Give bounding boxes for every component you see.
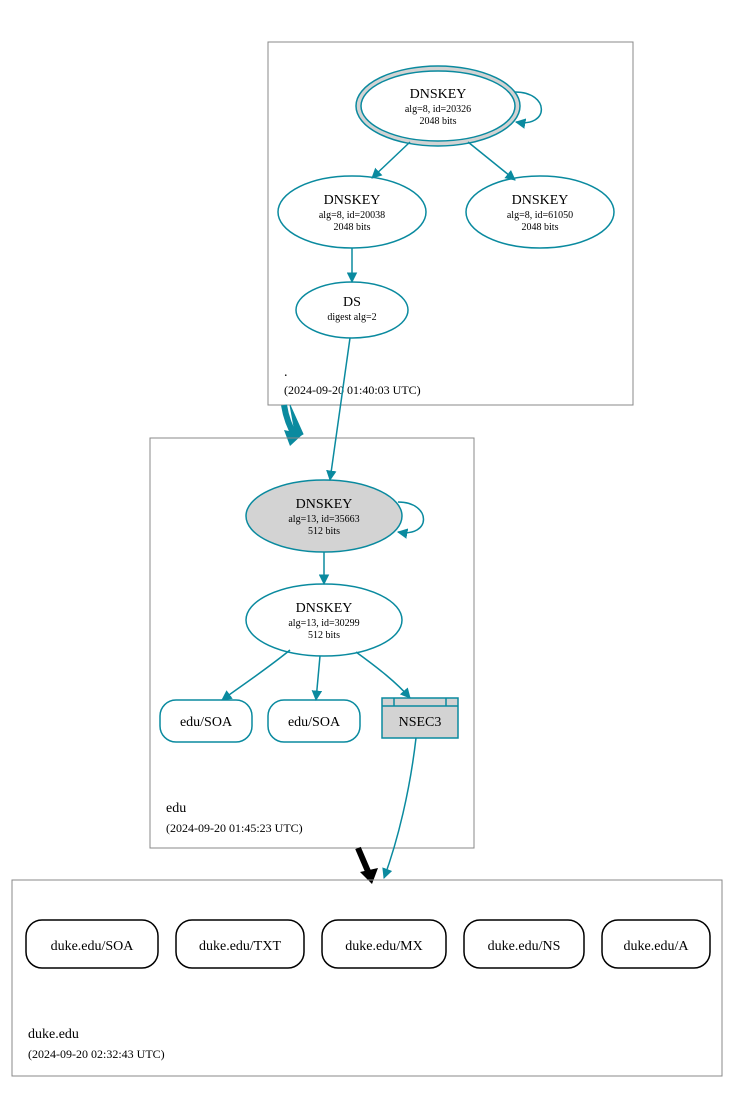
node-root-ksk: DNSKEY alg=8, id=20326 2048 bits — [356, 66, 520, 146]
node-edu-nsec3: NSEC3 — [382, 698, 458, 738]
root-zsk1-line3: 2048 bits — [334, 222, 371, 233]
zone-duke-name: duke.edu — [28, 1027, 79, 1042]
root-ds-line2: digest alg=2 — [327, 312, 376, 323]
node-duke-mx: duke.edu/MX — [322, 920, 446, 968]
edu-zsk-line2: alg=13, id=30299 — [288, 618, 359, 629]
node-root-zsk1: DNSKEY alg=8, id=20038 2048 bits — [278, 176, 426, 248]
edge-root-to-edu-heavy — [284, 405, 303, 446]
zone-edu: edu (2024-09-20 01:45:23 UTC) DNSKEY alg… — [150, 338, 474, 848]
zone-edu-name: edu — [166, 801, 186, 816]
root-zsk2-line3: 2048 bits — [522, 222, 559, 233]
zone-edu-timestamp: (2024-09-20 01:45:23 UTC) — [166, 821, 303, 835]
node-root-zsk2: DNSKEY alg=8, id=61050 2048 bits — [466, 176, 614, 248]
edge-zsk-to-nsec3 — [356, 652, 410, 698]
root-ksk-line2: alg=8, id=20326 — [405, 104, 471, 115]
root-ksk-line3: 2048 bits — [420, 116, 457, 127]
edge-zsk-to-soa1 — [222, 650, 290, 700]
root-ds-title: DS — [343, 295, 361, 310]
root-ksk-title: DNSKEY — [410, 87, 467, 102]
node-duke-txt: duke.edu/TXT — [176, 920, 304, 968]
edu-ksk-line2: alg=13, id=35663 — [288, 514, 359, 525]
zone-duke: duke.edu (2024-09-20 02:32:43 UTC) duke.… — [12, 880, 722, 1076]
root-zsk1-line2: alg=8, id=20038 — [319, 210, 385, 221]
root-zsk2-title: DNSKEY — [512, 193, 569, 208]
edge-edu-to-duke-heavy — [358, 848, 378, 884]
node-duke-ns: duke.edu/NS — [464, 920, 584, 968]
edu-soa2-title: edu/SOA — [288, 715, 341, 730]
node-root-ds: DS digest alg=2 — [296, 282, 408, 338]
duke-soa-title: duke.edu/SOA — [51, 939, 135, 954]
root-zsk1-title: DNSKEY — [324, 193, 381, 208]
edu-ksk-title: DNSKEY — [296, 497, 353, 512]
edge-zsk-to-soa2 — [316, 656, 320, 700]
duke-a-title: duke.edu/A — [624, 939, 690, 954]
node-edu-ksk: DNSKEY alg=13, id=35663 512 bits — [246, 480, 402, 552]
edge-ds-to-edu-ksk — [330, 338, 350, 480]
zone-duke-timestamp: (2024-09-20 02:32:43 UTC) — [28, 1047, 165, 1061]
edu-zsk-title: DNSKEY — [296, 601, 353, 616]
duke-ns-title: duke.edu/NS — [488, 939, 561, 954]
edu-ksk-line3: 512 bits — [308, 526, 340, 537]
node-edu-soa1: edu/SOA — [160, 700, 252, 742]
edu-soa1-title: edu/SOA — [180, 715, 233, 730]
duke-txt-title: duke.edu/TXT — [199, 939, 281, 954]
zone-root: . (2024-09-20 01:40:03 UTC) DNSKEY alg=8… — [268, 42, 633, 405]
root-zsk2-line2: alg=8, id=61050 — [507, 210, 573, 221]
node-edu-zsk: DNSKEY alg=13, id=30299 512 bits — [246, 584, 402, 656]
edu-zsk-line3: 512 bits — [308, 630, 340, 641]
edge-nsec3-to-duke — [384, 738, 416, 878]
node-duke-a: duke.edu/A — [602, 920, 710, 968]
zone-root-name: . — [284, 365, 288, 380]
node-edu-soa2: edu/SOA — [268, 700, 360, 742]
edu-nsec3-title: NSEC3 — [399, 715, 442, 730]
node-duke-soa: duke.edu/SOA — [26, 920, 158, 968]
zone-root-timestamp: (2024-09-20 01:40:03 UTC) — [284, 383, 421, 397]
edge-ksk-to-zsk1 — [372, 142, 410, 178]
duke-mx-title: duke.edu/MX — [345, 939, 422, 954]
edge-ksk-to-zsk2 — [468, 142, 515, 180]
